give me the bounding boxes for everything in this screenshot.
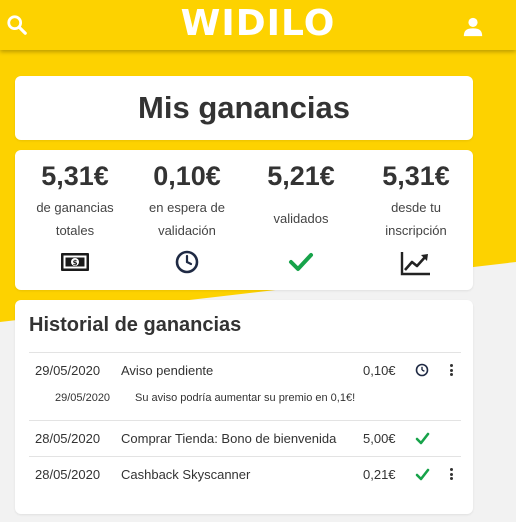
banknote-icon: $ [61,253,89,271]
row-description: Cashback Skyscanner [121,467,251,482]
svg-text:$: $ [73,259,78,267]
history-row: 28/05/2020 Comprar Tienda: Bono de bienv… [29,420,461,456]
note-date: 29/05/2020 [55,392,111,404]
row-amount: 0,10€ [363,363,396,378]
clock-icon [175,250,199,274]
stat-amount: 5,21€ [267,161,335,191]
history-row: 28/05/2020 Cashback Skyscanner 0,21€ [29,456,461,492]
clock-icon [415,363,429,377]
history-title: Historial de ganancias [29,314,242,336]
page-title: Mis ganancias [138,90,350,125]
chart-up-icon [400,252,430,276]
note-text: Su aviso podría aumentar su premio en 0,… [135,392,356,404]
page-title-card: Mis ganancias [15,76,473,140]
history-row: 29/05/2020 Aviso pendiente 0,10€ 29/05/2… [29,352,461,420]
stat-label: validados [273,211,329,226]
stat-label: de ganancias totales [36,200,114,238]
stat-amount: 5,31€ [41,161,109,191]
top-bar: WIDILO [0,0,516,50]
row-date: 29/05/2020 [35,363,101,378]
stat-pending-validation: 0,10€ en espera de validación [130,150,244,274]
row-menu-icon[interactable] [450,468,454,482]
row-menu-icon[interactable] [450,364,454,378]
earnings-summary-card: 5,31€ de ganancias totales $ 0,10€ en esp… [15,150,473,290]
row-amount: 0,21€ [363,467,396,482]
check-icon [289,253,313,271]
row-amount: 5,00€ [363,431,396,446]
stat-validated: 5,21€ validados [244,150,358,271]
row-description: Comprar Tienda: Bono de bienvenida [121,431,337,446]
check-icon [415,468,430,481]
stat-amount: 5,31€ [382,161,450,191]
row-date: 28/05/2020 [35,467,101,482]
stat-amount: 0,10€ [153,161,221,191]
check-icon [415,432,430,445]
stat-since-signup: 5,31€ desde tu inscripción [359,150,473,276]
row-date: 28/05/2020 [35,431,101,446]
earnings-history-card: Historial de ganancias 29/05/2020 Aviso … [15,300,473,514]
stat-total-earnings: 5,31€ de ganancias totales $ [18,150,132,271]
stat-label: en espera de validación [149,200,225,238]
row-description: Aviso pendiente [121,363,214,378]
widilo-logo[interactable]: WIDILO [0,3,516,44]
stat-label: desde tu inscripción [385,200,447,238]
user-icon[interactable] [462,16,484,38]
